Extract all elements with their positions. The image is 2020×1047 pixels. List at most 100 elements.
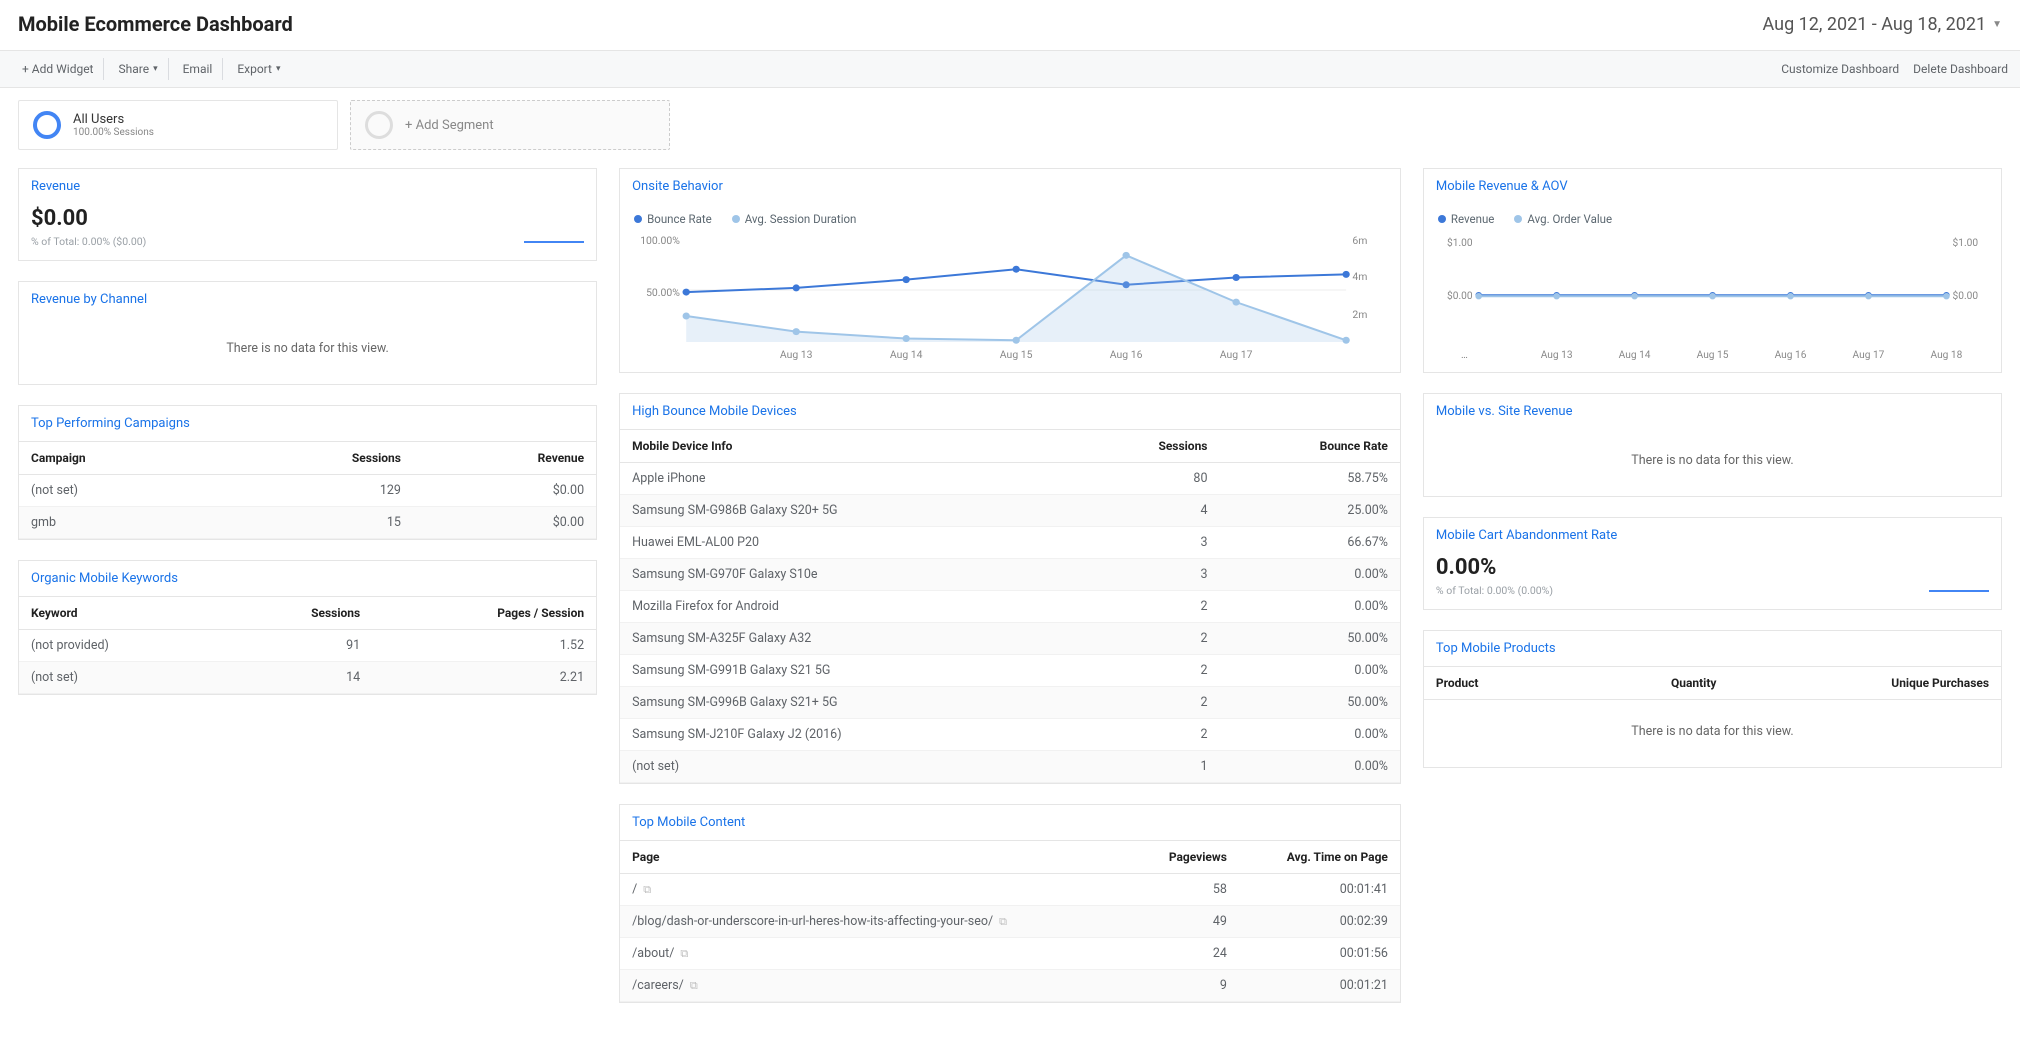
email-button[interactable]: Email [173,58,224,80]
table-row[interactable]: /blog/dash-or-underscore-in-url-heres-ho… [620,906,1400,938]
table-row[interactable]: Samsung SM-G996B Galaxy S21+ 5G250.00% [620,687,1400,719]
table-row[interactable]: gmb15$0.00 [19,507,596,539]
table-row[interactable]: (not set)142.21 [19,662,596,694]
card-title[interactable]: Mobile vs. Site Revenue [1424,394,2001,429]
svg-text:Aug 13: Aug 13 [1541,350,1573,361]
cart-abandon-value: 0.00% [1436,555,1553,580]
cell: $0.00 [413,475,596,507]
cell: 66.67% [1219,527,1399,559]
cell: 24 [1133,938,1239,970]
cell: 2 [1077,591,1220,623]
col-header[interactable]: Product [1424,667,1573,700]
popout-icon[interactable]: ⧉ [643,883,651,897]
table-row[interactable]: /⧉5800:01:41 [620,874,1400,906]
popout-icon[interactable]: ⧉ [680,947,688,961]
svg-text:Aug 14: Aug 14 [890,350,923,361]
table-row[interactable]: /careers/⧉900:01:21 [620,970,1400,1002]
cell: 50.00% [1219,687,1399,719]
card-title[interactable]: Mobile Revenue & AOV [1424,169,2001,204]
col-header[interactable]: Sessions [225,597,373,630]
col-header[interactable]: Quantity [1573,667,1729,700]
cell: 58 [1133,874,1239,906]
cell: 49 [1133,906,1239,938]
popout-icon[interactable]: ⧉ [999,915,1007,929]
table-row[interactable]: Samsung SM-A325F Galaxy A32250.00% [620,623,1400,655]
no-data-message: There is no data for this view. [1424,429,2001,496]
revenue-subtext: % of Total: 0.00% ($0.00) [31,235,146,248]
caret-down-icon: ▾ [153,64,158,74]
card-title[interactable]: Top Mobile Content [620,805,1400,840]
add-widget-button[interactable]: + Add Widget [12,58,104,80]
svg-text:100.00%: 100.00% [640,236,680,247]
col-header[interactable]: Unique Purchases [1728,667,2001,700]
cell: Huawei EML-AL00 P20 [620,527,1077,559]
card-top-products: Top Mobile Products Product Quantity Uni… [1423,630,2002,768]
cell: 91 [225,630,373,662]
col-header[interactable]: Sessions [1077,430,1220,463]
customize-dashboard-link[interactable]: Customize Dashboard [1781,62,1899,76]
page-title: Mobile Ecommerce Dashboard [18,12,293,36]
cell: 4 [1077,495,1220,527]
svg-text:4m: 4m [1352,272,1367,283]
cell: Samsung SM-J210F Galaxy J2 (2016) [620,719,1077,751]
caret-down-icon: ▾ [276,64,281,74]
cell: 2.21 [372,662,596,694]
table-row[interactable]: Huawei EML-AL00 P20366.67% [620,527,1400,559]
card-title[interactable]: Revenue by Channel [19,282,596,317]
date-range-picker[interactable]: Aug 12, 2021 - Aug 18, 2021 ▼ [1763,14,2003,35]
card-top-campaigns: Top Performing Campaigns Campaign Sessio… [18,405,597,540]
table-row[interactable]: Samsung SM-G986B Galaxy S20+ 5G425.00% [620,495,1400,527]
svg-text:Aug 17: Aug 17 [1852,350,1884,361]
table-row[interactable]: Apple iPhone8058.75% [620,463,1400,495]
cell: Samsung SM-A325F Galaxy A32 [620,623,1077,655]
table-row[interactable]: (not set)129$0.00 [19,475,596,507]
table-row[interactable]: (not set)10.00% [620,751,1400,783]
col-header[interactable]: Sessions [223,442,413,475]
table-row[interactable]: Mozilla Firefox for Android20.00% [620,591,1400,623]
table-row[interactable]: Samsung SM-J210F Galaxy J2 (2016)20.00% [620,719,1400,751]
col-header[interactable]: Avg. Time on Page [1239,841,1400,874]
col-header[interactable]: Pageviews [1133,841,1239,874]
card-title[interactable]: High Bounce Mobile Devices [620,394,1400,429]
segment-all-users[interactable]: All Users 100.00% Sessions [18,100,338,150]
col-header[interactable]: Pages / Session [372,597,596,630]
cart-abandon-subtext: % of Total: 0.00% (0.00%) [1436,584,1553,597]
table-row[interactable]: (not provided)911.52 [19,630,596,662]
cell: 129 [223,475,413,507]
svg-text:$0.00: $0.00 [1952,289,1978,302]
table-row[interactable]: Samsung SM-G991B Galaxy S21 5G20.00% [620,655,1400,687]
cell: 80 [1077,463,1220,495]
delete-dashboard-link[interactable]: Delete Dashboard [1913,62,2008,76]
col-header[interactable]: Keyword [19,597,225,630]
card-title[interactable]: Revenue [19,169,596,204]
cell: Samsung SM-G970F Galaxy S10e [620,559,1077,591]
cell: (not set) [19,662,225,694]
cell: gmb [19,507,223,539]
cell: Samsung SM-G996B Galaxy S21+ 5G [620,687,1077,719]
mobile-revenue-aov-chart: $1.00$0.00$1.00$0.00…Aug 13Aug 14Aug 15A… [1438,232,1987,362]
popout-icon[interactable]: ⧉ [690,979,698,993]
table-row[interactable]: /about/⧉2400:01:56 [620,938,1400,970]
cell: 1.52 [372,630,596,662]
share-button[interactable]: Share ▾ [108,58,168,80]
col-header[interactable]: Bounce Rate [1219,430,1399,463]
card-title[interactable]: Top Performing Campaigns [19,406,596,441]
add-segment-button[interactable]: + Add Segment [350,100,670,150]
table-row[interactable]: Samsung SM-G970F Galaxy S10e30.00% [620,559,1400,591]
col-header[interactable]: Mobile Device Info [620,430,1077,463]
cell: 00:01:41 [1239,874,1400,906]
cell: 50.00% [1219,623,1399,655]
no-data-message: There is no data for this view. [1424,700,2001,767]
col-header[interactable]: Campaign [19,442,223,475]
card-title[interactable]: Organic Mobile Keywords [19,561,596,596]
cell: 2 [1077,687,1220,719]
col-header[interactable]: Page [620,841,1133,874]
card-title[interactable]: Top Mobile Products [1424,631,2001,666]
card-title[interactable]: Onsite Behavior [620,169,1400,204]
cell: Apple iPhone [620,463,1077,495]
segment-circle-icon [33,111,61,139]
col-header[interactable]: Revenue [413,442,596,475]
card-title[interactable]: Mobile Cart Abandonment Rate [1424,518,2001,553]
export-button[interactable]: Export ▾ [227,58,290,80]
card-high-bounce: High Bounce Mobile Devices Mobile Device… [619,393,1401,784]
